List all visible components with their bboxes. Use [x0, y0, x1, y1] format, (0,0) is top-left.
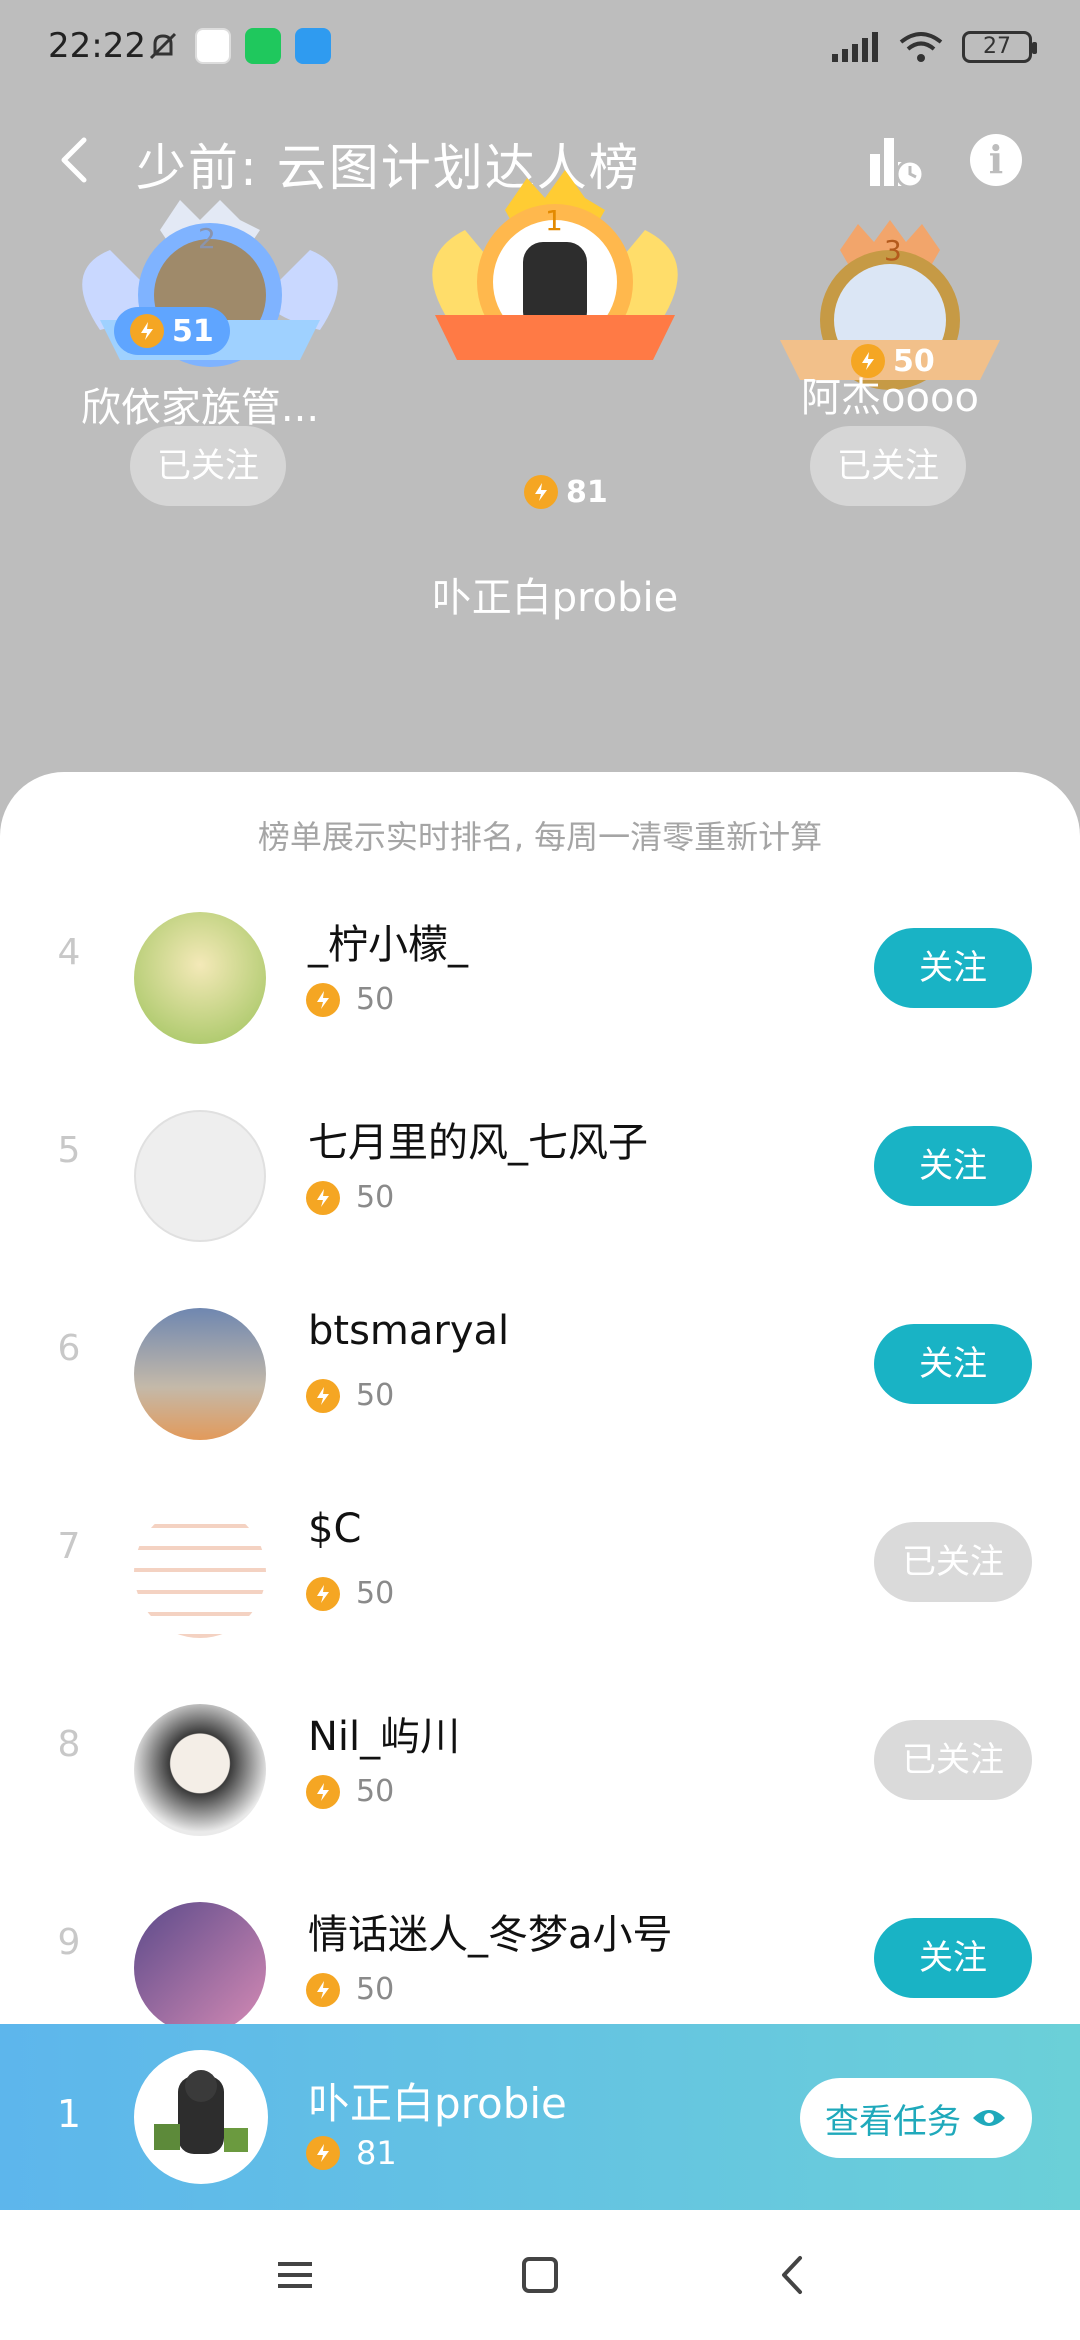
signal-icon: [832, 32, 878, 62]
my-name: 卟正白probie: [308, 2079, 567, 2128]
podium-rank-label: 2: [198, 222, 216, 255]
chevron-left-icon[interactable]: [48, 132, 104, 188]
avatar[interactable]: [134, 912, 266, 1044]
follow-button[interactable]: 已关注: [130, 426, 286, 506]
lightning-icon: [306, 2136, 340, 2170]
lightning-icon: [130, 314, 164, 348]
avatar[interactable]: [134, 1506, 266, 1638]
lightning-icon: [524, 475, 558, 509]
follow-button[interactable]: 关注: [874, 1918, 1032, 1998]
back-triangle-icon[interactable]: [768, 2250, 818, 2300]
list-item[interactable]: 7 $C 50 已关注: [0, 1476, 1080, 1674]
user-score: 50: [306, 1180, 394, 1215]
podium-name: 欣依家族管...: [80, 385, 320, 431]
menu-icon[interactable]: [270, 2250, 320, 2300]
lightning-icon: [306, 1378, 340, 1413]
battery-icon: 27: [962, 31, 1037, 63]
avatar-figure: [154, 2070, 248, 2154]
podium-third: 3 50 阿杰oooo 已关注: [740, 220, 1040, 720]
podium-name: 卟正白probie: [431, 575, 679, 621]
user-name: btsmaryal: [308, 1308, 510, 1354]
status-notification-icons: [145, 28, 331, 64]
podium-name: 阿杰oooo: [801, 375, 979, 421]
lightning-icon: [306, 982, 340, 1017]
rank-number: 9: [57, 1922, 81, 1963]
view-tasks-button[interactable]: 查看任务: [800, 2078, 1032, 2158]
list-item[interactable]: 8 Nil_屿川 50 已关注: [0, 1674, 1080, 1872]
user-name: $C: [308, 1506, 362, 1552]
list-item[interactable]: 4 _柠小檬_ 50 关注: [0, 882, 1080, 1080]
app-notification-icon: [195, 28, 231, 64]
podium-first: 1 81 卟正白probie: [405, 170, 705, 621]
eye-icon: [973, 2110, 1005, 2126]
avatar[interactable]: [134, 1308, 266, 1440]
podium-score: 81: [508, 468, 624, 516]
user-score: 50: [306, 1774, 394, 1809]
rank-number: 4: [57, 932, 81, 973]
user-name: 七月里的风_七风子: [308, 1120, 648, 1166]
user-score: 50: [306, 1576, 394, 1611]
rank-number: 7: [57, 1526, 81, 1567]
system-nav-bar: [0, 2210, 1080, 2340]
rank-number: 5: [57, 1130, 81, 1171]
user-score: 50: [306, 982, 394, 1017]
rank-number: 6: [57, 1328, 81, 1369]
user-name: _柠小檬_: [308, 922, 468, 968]
my-avatar[interactable]: [134, 2050, 268, 2184]
ranking-notice: 榜单展示实时排名, 每周一清零重新计算: [257, 818, 823, 856]
mute-bell-icon: [149, 32, 177, 60]
home-square-icon[interactable]: [515, 2250, 565, 2300]
status-time: 22:22: [48, 26, 146, 66]
user-score: 50: [306, 1972, 394, 2007]
user-score: 50: [306, 1378, 394, 1413]
follow-button[interactable]: 关注: [874, 1324, 1032, 1404]
avatar[interactable]: [134, 1902, 266, 2034]
lightning-app-icon: [245, 28, 281, 64]
gold-crown-badge: [432, 170, 678, 360]
list-item[interactable]: 5 七月里的风_七风子 50 关注: [0, 1080, 1080, 1278]
avatar[interactable]: [134, 1110, 266, 1242]
rank-number: 8: [57, 1724, 81, 1765]
lightning-icon: [306, 1774, 340, 1809]
my-ranking-bar: 1 卟正白probie 81 查看任务: [0, 2024, 1080, 2210]
my-score: 81: [306, 2134, 397, 2172]
followed-button[interactable]: 已关注: [874, 1522, 1032, 1602]
lightning-icon: [306, 1972, 340, 2007]
follow-button[interactable]: 关注: [874, 1126, 1032, 1206]
podium-rank-label: 3: [884, 234, 902, 267]
list-item[interactable]: 6 btsmaryal 50 关注: [0, 1278, 1080, 1476]
lightning-icon: [306, 1576, 340, 1611]
chart-clock-icon[interactable]: [866, 132, 924, 190]
followed-button[interactable]: 已关注: [874, 1720, 1032, 1800]
wifi-icon: [899, 32, 943, 62]
follow-button[interactable]: 关注: [874, 928, 1032, 1008]
cloud-app-icon: [295, 28, 331, 64]
lightning-icon: [306, 1180, 340, 1215]
podium-score: 51: [114, 307, 230, 355]
user-name: 情话迷人_冬梦a小号: [308, 1912, 673, 1958]
user-name: Nil_屿川: [308, 1714, 461, 1760]
podium-rank-label: 1: [545, 204, 563, 237]
avatar[interactable]: [134, 1704, 266, 1836]
follow-button[interactable]: 已关注: [810, 426, 966, 506]
status-bar: 22:22 27: [0, 0, 1080, 100]
info-icon[interactable]: i: [970, 134, 1022, 186]
screen: 22:22 27 少前: 云图计划达人榜 i 2 51 欣依家族管... 已关注…: [0, 0, 1080, 2340]
status-system-icons: 27: [830, 30, 1037, 64]
my-rank-number: 1: [56, 2092, 82, 2136]
podium-second: 2 51 欣依家族管... 已关注: [60, 200, 360, 720]
